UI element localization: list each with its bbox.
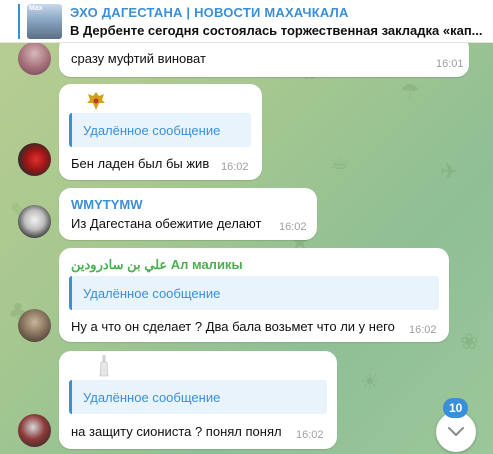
message-bubble[interactable]: WMYTYMW Из Дагестана обежитие делают 16:…	[59, 188, 317, 240]
message-text: сразу муфтий виноват	[71, 51, 206, 66]
avatar[interactable]	[18, 42, 51, 75]
eagle-emblem-icon	[87, 92, 105, 110]
thumbnail-text: Мах	[29, 5, 43, 12]
avatar[interactable]	[18, 205, 51, 238]
message-text: на защиту сиониста ? понял понял	[71, 424, 282, 439]
message-text: Из Дагестана обежитие делают	[71, 216, 262, 231]
sender-name[interactable]: WMYTYMW	[71, 197, 142, 212]
message-time: 16:02	[221, 161, 249, 173]
pinned-channel-header[interactable]: Мах ЭХО ДАГЕСТАНА | НОВОСТИ МАХАЧКАЛА В …	[0, 0, 493, 43]
message-time: 16:02	[296, 429, 324, 441]
reply-text: Удалённое сообщение	[83, 123, 221, 138]
bottle-icon	[99, 355, 109, 377]
message-text: Ну а что он сделает ? Два бала возьмет ч…	[71, 319, 395, 334]
accent-bar	[18, 4, 20, 39]
avatar[interactable]	[18, 414, 51, 447]
pinned-message-preview: В Дербенте сегодня состоялась торжествен…	[70, 23, 483, 38]
message-time: 16:02	[409, 324, 437, 336]
unread-count-badge: 10	[443, 398, 469, 418]
chevron-down-icon	[448, 427, 464, 436]
scroll-to-bottom-button[interactable]	[436, 412, 476, 452]
message-text: Бен ладен был бы жив	[71, 156, 210, 171]
reply-text: Удалённое сообщение	[83, 286, 221, 301]
channel-thumbnail: Мах	[27, 4, 62, 39]
reply-text: Удалённое сообщение	[83, 390, 221, 405]
message-bubble[interactable]: Удалённое сообщение на защиту сиониста ?…	[59, 351, 337, 449]
reply-quote[interactable]: Удалённое сообщение	[69, 276, 439, 310]
channel-title: ЭХО ДАГЕСТАНА | НОВОСТИ МАХАЧКАЛА	[70, 5, 349, 20]
sender-name[interactable]: علي بن سادرودين Ал маликы	[71, 257, 243, 273]
avatar[interactable]	[18, 309, 51, 342]
message-time: 16:01	[436, 58, 464, 70]
message-bubble[interactable]: علي بن سادرودين Ал маликы Удалённое сооб…	[59, 248, 449, 342]
reply-quote[interactable]: Удалённое сообщение	[69, 380, 327, 414]
avatar[interactable]	[18, 143, 51, 176]
message-time: 16:02	[279, 221, 307, 233]
reply-quote[interactable]: Удалённое сообщение	[69, 113, 251, 147]
message-bubble[interactable]: Удалённое сообщение Бен ладен был бы жив…	[59, 84, 262, 180]
